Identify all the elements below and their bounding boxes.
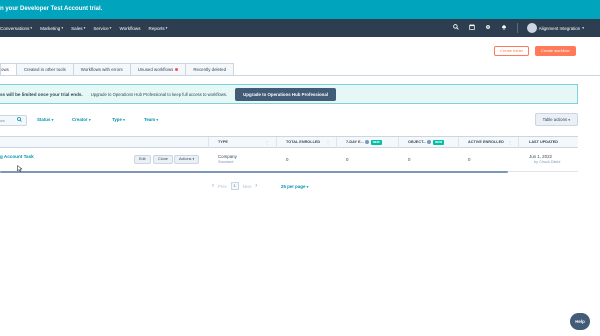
alert-dot-icon — [175, 68, 179, 72]
horizontal-scrollbar[interactable] — [0, 171, 508, 173]
table-header: TYPE ⋮ TOTAL ENROLLED ⋮ 7-DAY E... NEW OB… — [0, 136, 578, 148]
search-icon — [17, 117, 22, 126]
edit-button[interactable]: Edit — [134, 155, 151, 164]
chevron-down-icon: ▾ — [156, 118, 159, 122]
nav-item-marketing[interactable]: Marketing ▾ — [40, 26, 63, 31]
object-cell: 0 — [408, 157, 411, 162]
chevron-down-icon: ▾ — [109, 26, 112, 30]
settings-icon[interactable] — [485, 24, 492, 32]
chevron-down-icon: ▾ — [165, 26, 168, 30]
info-icon — [364, 140, 369, 144]
notifications-icon[interactable] — [501, 24, 508, 32]
nav-divider — [516, 23, 518, 33]
column-menu-icon[interactable]: ⋮ — [326, 137, 330, 148]
status-filter[interactable]: Status ▾ — [37, 117, 53, 122]
actions-dropdown[interactable]: Actions ▾ — [174, 155, 200, 164]
next-page-button[interactable]: Next — [243, 184, 252, 189]
account-name: Alignment Integration — [538, 25, 581, 31]
column-divider — [458, 137, 459, 148]
workflow-tabs: ows Created in other tools Workflows wit… — [0, 63, 235, 75]
chevron-down-icon: ▾ — [123, 118, 125, 122]
nav-item-service[interactable]: Service ▾ — [93, 26, 111, 31]
marketplace-icon[interactable] — [469, 24, 476, 32]
column-divider — [276, 137, 277, 148]
search-icon[interactable] — [453, 24, 460, 32]
nav-utilities: Alignment Integration ▾ — [453, 19, 584, 37]
column-object[interactable]: OBJECT... NEW — [408, 137, 445, 148]
prev-page-button[interactable]: Prev — [218, 184, 227, 189]
chevron-down-icon: ▾ — [30, 26, 33, 30]
nav-item-conversations[interactable]: Conversations ▾ — [0, 26, 32, 31]
tab-recently-deleted[interactable]: Recently deleted — [185, 63, 235, 75]
create-workflow-button[interactable]: Create workflow — [535, 46, 576, 56]
clone-button[interactable]: Clone — [153, 155, 173, 164]
account-menu[interactable]: Alignment Integration ▾ — [526, 23, 584, 33]
total-enrolled-cell: 0 — [286, 157, 289, 162]
chevron-down-icon: ▾ — [568, 118, 570, 122]
new-badge: NEW — [370, 139, 382, 145]
search-input[interactable]: ws — [0, 115, 27, 126]
chevron-down-icon: ▾ — [83, 26, 86, 30]
trial-banner-text: n your Developer Test Account trial. — [0, 6, 103, 12]
active-enrolled-cell: 0 — [468, 157, 471, 162]
chevron-left-icon[interactable]: ‹ — [212, 183, 214, 189]
column-last-updated[interactable]: LAST UPDATED — [529, 137, 558, 148]
nav-item-workflows[interactable]: Workflows — [119, 26, 140, 31]
column-divider — [518, 137, 519, 148]
tab-unused-workflows[interactable]: Unused workflows — [129, 63, 187, 75]
search-placeholder: ws — [0, 118, 5, 123]
create-folder-button[interactable]: Create folder — [494, 46, 530, 56]
chevron-down-icon: ▾ — [88, 118, 91, 122]
nav-item-reports[interactable]: Reports ▾ — [149, 26, 168, 31]
per-page-select[interactable]: 25 per page ▾ — [281, 184, 308, 189]
info-icon — [427, 140, 432, 144]
team-filter[interactable]: Team ▾ — [144, 117, 158, 122]
column-type[interactable]: TYPE — [218, 137, 228, 148]
seven-day-cell: 0 — [346, 157, 349, 162]
tab-created-in-other-tools[interactable]: Created in other tools — [15, 63, 74, 75]
top-navigation: Conversations ▾ Marketing ▾ Sales ▾ Service… — [0, 19, 600, 37]
chevron-down-icon: ▾ — [192, 157, 195, 161]
type-filter[interactable]: Type ▾ — [112, 117, 125, 122]
upgrade-alert: ss will be limited once your trial ends.… — [0, 84, 578, 104]
workflow-name-link[interactable]: g Account Task — [0, 154, 34, 159]
last-updated-by-cell: by Chuck Ditchi — [534, 160, 561, 164]
column-divider — [208, 137, 209, 148]
chevron-right-icon[interactable]: › — [255, 183, 257, 189]
chevron-down-icon: ▾ — [51, 118, 54, 122]
last-updated-cell: Jun 1, 2022 — [529, 154, 552, 159]
chevron-down-icon: ▾ — [582, 26, 584, 30]
column-total-enrolled[interactable]: TOTAL ENROLLED — [286, 137, 320, 148]
workflows-page: n your Developer Test Account trial. Con… — [0, 0, 600, 336]
trial-banner: n your Developer Test Account trial. — [0, 0, 600, 19]
creator-filter[interactable]: Creator ▾ — [72, 117, 91, 122]
chevron-down-icon: ▾ — [61, 26, 64, 30]
column-menu-icon[interactable]: ⋮ — [265, 137, 269, 148]
nav-menu: Conversations ▾ Marketing ▾ Sales ▾ Service… — [0, 19, 175, 37]
nav-item-sales[interactable]: Sales ▾ — [71, 26, 85, 31]
type-sub-cell: Standard — [218, 160, 234, 164]
table-row: g Account Task Edit Clone Actions ▾ Comp… — [0, 148, 578, 172]
alert-heading: ss will be limited once your trial ends. — [0, 91, 83, 97]
column-divider — [398, 137, 399, 148]
type-cell: Company — [218, 154, 237, 159]
alert-message: Upgrade to Operations Hub Professional t… — [90, 91, 228, 97]
column-seven-day[interactable]: 7-DAY E... NEW — [346, 137, 382, 148]
column-menu-icon[interactable]: ⋮ — [508, 137, 512, 148]
column-divider — [336, 137, 337, 148]
mouse-cursor-icon — [17, 165, 22, 172]
current-page[interactable]: 1 — [230, 182, 239, 190]
tab-workflows[interactable]: ows — [0, 63, 17, 75]
table-actions-button[interactable]: Table actions ▾ — [534, 113, 578, 126]
tabs-divider — [0, 75, 600, 76]
chevron-down-icon: ▾ — [306, 185, 309, 189]
new-badge: NEW — [433, 139, 445, 145]
upgrade-button[interactable]: Upgrade to Operations Hub Professional — [235, 87, 337, 101]
pagination: ‹ Prev 1 Next › — [212, 182, 257, 190]
column-active-enrolled[interactable]: ACTIVE ENROLLED — [468, 137, 504, 148]
help-button[interactable]: Help — [570, 313, 590, 330]
tab-workflows-with-errors[interactable]: Workflows with errors — [72, 63, 131, 75]
avatar — [526, 23, 537, 33]
